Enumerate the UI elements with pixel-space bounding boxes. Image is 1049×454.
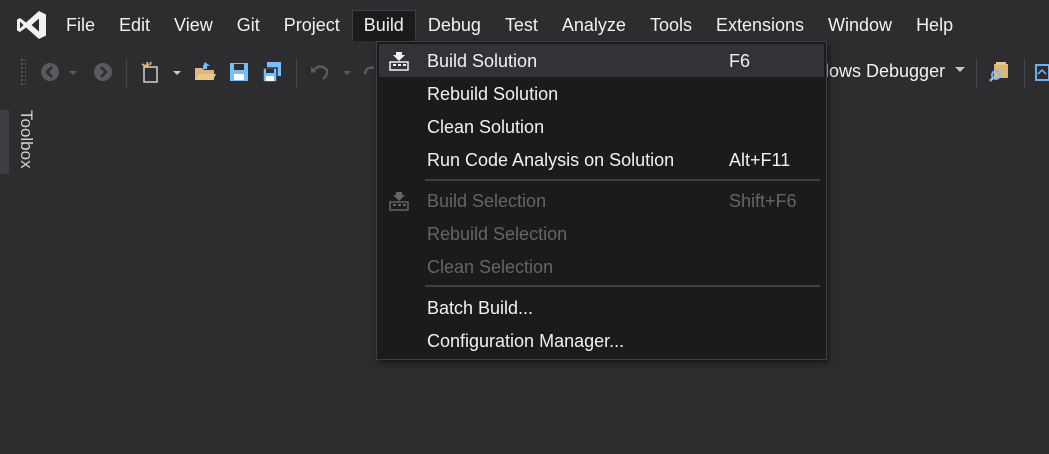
menu-item-rebuild-solution[interactable]: Rebuild Solution xyxy=(379,77,824,110)
menu-git[interactable]: Git xyxy=(225,10,272,41)
menu-test[interactable]: Test xyxy=(493,10,550,41)
menu-tools[interactable]: Tools xyxy=(638,10,704,41)
menu-item-label: Build Selection xyxy=(427,191,547,211)
undo-icon[interactable] xyxy=(308,60,332,84)
toolbar-separator xyxy=(296,58,297,88)
menu-item-label: Rebuild Solution xyxy=(427,84,559,104)
menu-view[interactable]: View xyxy=(162,10,225,41)
menu-file[interactable]: File xyxy=(54,10,107,41)
menu-item-batch-build[interactable]: Batch Build... xyxy=(379,291,824,324)
chevron-down-icon[interactable] xyxy=(66,60,80,84)
redo-icon[interactable] xyxy=(362,60,376,84)
open-file-icon[interactable] xyxy=(193,60,217,84)
navigate-back-icon[interactable] xyxy=(38,60,62,84)
menu-item-shortcut: F6 xyxy=(729,51,751,71)
menu-item-clean-solution[interactable]: Clean Solution xyxy=(379,110,824,143)
save-all-icon[interactable] xyxy=(260,60,284,84)
chevron-down-icon[interactable] xyxy=(340,60,354,84)
toolbar-separator xyxy=(1024,58,1025,88)
menu-item-label: Clean Solution xyxy=(427,117,545,137)
menu-separator xyxy=(425,285,820,287)
menu-item-clean-selection[interactable]: Clean Selection xyxy=(379,250,824,283)
menu-item-label: Build Solution xyxy=(427,51,538,71)
menu-item-label: Run Code Analysis on Solution xyxy=(427,150,675,170)
menu-item-label: Clean Selection xyxy=(427,257,554,277)
menu-item-shortcut: Alt+F11 xyxy=(729,150,791,170)
menu-project[interactable]: Project xyxy=(272,10,352,41)
navigate-forward-icon[interactable] xyxy=(91,60,115,84)
save-icon[interactable] xyxy=(227,60,251,84)
toolbox-tab[interactable] xyxy=(0,110,9,174)
menu-extensions[interactable]: Extensions xyxy=(704,10,816,41)
menu-item-label: Rebuild Selection xyxy=(427,224,568,244)
toolbar-grip[interactable] xyxy=(20,58,26,86)
menu-item-label: Batch Build... xyxy=(427,298,534,318)
menu-edit[interactable]: Edit xyxy=(107,10,162,41)
menu-debug[interactable]: Debug xyxy=(416,10,493,41)
build-menu-dropdown: Build Solution F6 Rebuild Solution Clean… xyxy=(376,41,827,360)
menu-item-build-solution[interactable]: Build Solution F6 xyxy=(379,44,824,77)
debugger-label[interactable]: lows Debugger xyxy=(825,61,945,82)
build-icon xyxy=(389,192,409,211)
menu-separator xyxy=(425,179,820,181)
menu-window[interactable]: Window xyxy=(816,10,904,41)
menu-item-rebuild-selection[interactable]: Rebuild Selection xyxy=(379,217,824,250)
chevron-down-icon[interactable] xyxy=(170,60,184,84)
menu-item-label: Configuration Manager... xyxy=(427,331,625,351)
menu-item-shortcut: Shift+F6 xyxy=(729,191,797,211)
new-project-icon[interactable] xyxy=(139,60,163,84)
toolbar-separator xyxy=(976,58,977,88)
menu-analyze[interactable]: Analyze xyxy=(550,10,638,41)
toolbar-separator xyxy=(126,58,127,88)
menu-item-run-code-analysis[interactable]: Run Code Analysis on Solution Alt+F11 xyxy=(379,143,824,176)
menu-build[interactable]: Build xyxy=(351,10,416,41)
window-icon[interactable] xyxy=(1034,60,1049,84)
debugger-dropdown-arrow-icon[interactable] xyxy=(955,67,965,72)
toolbox-label[interactable]: Toolbox xyxy=(14,110,36,176)
menu-item-build-selection[interactable]: Build Selection Shift+F6 xyxy=(379,184,824,217)
find-in-files-icon[interactable] xyxy=(988,60,1012,84)
visual-studio-logo-icon[interactable] xyxy=(16,9,48,41)
menu-help[interactable]: Help xyxy=(904,10,965,41)
menu-items: File Edit View Git Project Build Debug T… xyxy=(54,10,965,41)
menu-item-configuration-manager[interactable]: Configuration Manager... xyxy=(379,324,824,357)
build-icon xyxy=(389,52,409,71)
